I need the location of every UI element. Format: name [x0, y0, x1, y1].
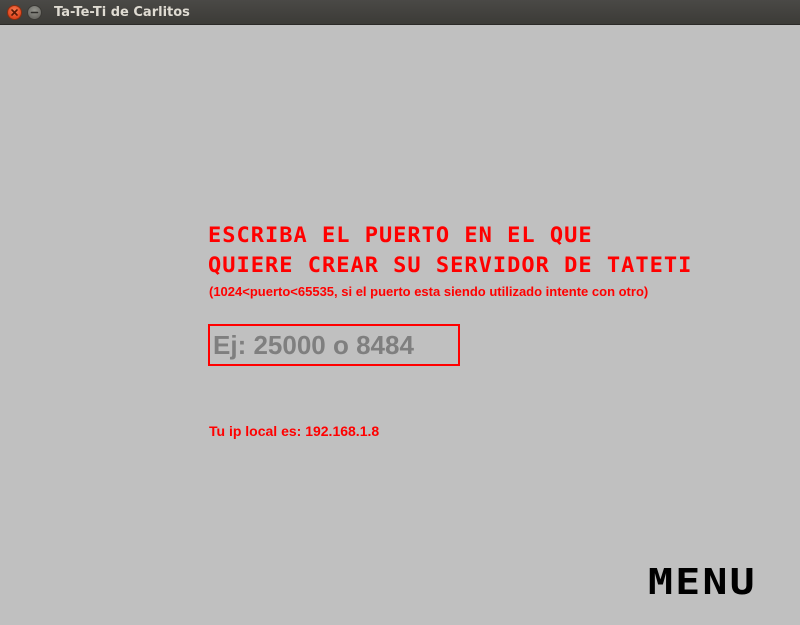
title-bar: Ta-Te-Ti de Carlitos [0, 0, 800, 25]
menu-button[interactable]: MENU [648, 563, 788, 603]
minimize-button[interactable] [27, 5, 42, 20]
port-input[interactable] [213, 329, 453, 361]
minimize-icon [30, 11, 39, 14]
local-ip-text: Tu ip local es: 192.168.1.8 [209, 423, 380, 439]
close-icon [11, 9, 18, 16]
instruction-heading-line-1: ESCRIBA EL PUERTO EN EL QUE [208, 224, 593, 248]
instruction-heading-line-2: QUIERE CREAR SU SERVIDOR DE TATETI [208, 254, 693, 278]
main-content: ESCRIBA EL PUERTO EN EL QUE QUIERE CREAR… [0, 25, 800, 625]
app-window: Ta-Te-Ti de Carlitos ESCRIBA EL PUERTO E… [0, 0, 800, 625]
port-range-hint: (1024<puerto<65535, si el puerto esta si… [209, 284, 649, 299]
window-title: Ta-Te-Ti de Carlitos [54, 5, 190, 20]
close-button[interactable] [7, 5, 22, 20]
port-input-frame[interactable] [208, 324, 460, 366]
